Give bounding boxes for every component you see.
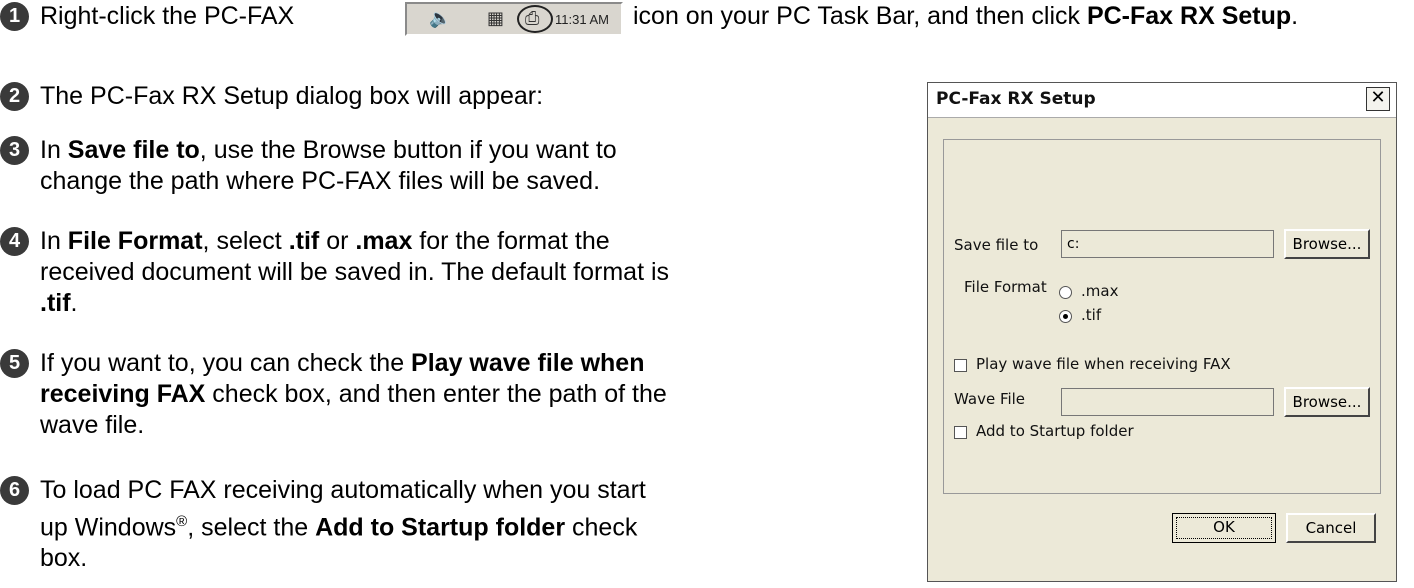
browse-wave-button[interactable]: Browse... bbox=[1284, 387, 1370, 417]
step-3: 3 In Save file to, use the Browse button… bbox=[0, 136, 880, 204]
dialog-title: PC-Fax RX Setup bbox=[936, 89, 1096, 109]
step-5: 5 If you want to, you can check the Play… bbox=[0, 349, 880, 445]
step-4: 4 In File Format, select .tif or .max fo… bbox=[0, 227, 880, 323]
ok-button[interactable]: OK bbox=[1172, 513, 1276, 543]
wave-file-field[interactable] bbox=[1061, 388, 1274, 416]
step-1: 1 Right-click the PC-FAX 🔈 ▦ ⎙ 11:31 AM … bbox=[0, 2, 1414, 36]
save-file-to-label: Save file to bbox=[954, 236, 1039, 254]
browse-save-button[interactable]: Browse... bbox=[1284, 229, 1370, 259]
pc-fax-rx-setup-dialog: PC-Fax RX Setup ✕ Save file to c: Browse… bbox=[927, 82, 1397, 582]
step-number: 4 bbox=[0, 227, 29, 256]
max-option-label: .max bbox=[1081, 282, 1119, 300]
play-wave-checkbox[interactable] bbox=[954, 359, 967, 372]
wave-file-label: Wave File bbox=[954, 390, 1026, 408]
step-number: 6 bbox=[0, 476, 29, 505]
step-number: 3 bbox=[0, 136, 29, 165]
step-number: 5 bbox=[0, 349, 29, 378]
save-file-to-field[interactable]: c: bbox=[1061, 230, 1274, 258]
max-radio[interactable] bbox=[1059, 286, 1072, 299]
speaker-icon: 🔈 bbox=[429, 8, 452, 29]
settings-group: Save file to c: Browse... File Format .m… bbox=[943, 139, 1381, 494]
highlight-circle bbox=[517, 5, 553, 33]
step-2: 2 The PC-Fax RX Setup dialog box will ap… bbox=[0, 82, 880, 116]
close-icon[interactable]: ✕ bbox=[1366, 87, 1390, 111]
dialog-title-bar[interactable]: PC-Fax RX Setup ✕ bbox=[928, 83, 1396, 118]
file-format-label: File Format bbox=[964, 278, 1047, 296]
step-6: 6 To load PC FAX receiving automatically… bbox=[0, 476, 880, 576]
tray-icon: ▦ bbox=[487, 8, 505, 29]
step-number: 1 bbox=[0, 2, 29, 31]
step-number: 2 bbox=[0, 82, 29, 111]
cancel-button[interactable]: Cancel bbox=[1286, 513, 1376, 543]
add-startup-label: Add to Startup folder bbox=[976, 422, 1134, 440]
play-wave-label: Play wave file when receiving FAX bbox=[976, 355, 1231, 373]
add-startup-checkbox[interactable] bbox=[954, 426, 967, 439]
clock: 11:31 AM bbox=[555, 12, 609, 27]
taskbar-snippet: 🔈 ▦ ⎙ 11:31 AM bbox=[405, 2, 623, 36]
tif-radio[interactable] bbox=[1059, 310, 1072, 323]
tif-option-label: .tif bbox=[1081, 306, 1102, 324]
